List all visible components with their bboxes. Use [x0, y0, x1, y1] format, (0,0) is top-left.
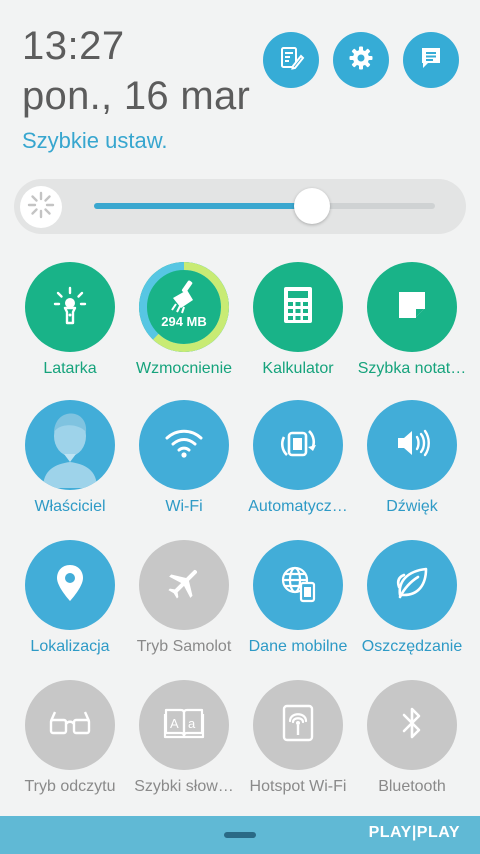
- tile-mobile-data[interactable]: Dane mobilne: [241, 540, 355, 660]
- tile-label: Tryb Samolot: [136, 638, 232, 655]
- tile-hotspot[interactable]: Hotspot Wi-Fi: [241, 680, 355, 800]
- owner-avatar-icon: [25, 400, 115, 490]
- svg-text:A: A: [170, 716, 179, 731]
- edit-list-icon: [277, 44, 305, 77]
- brightness-auto-icon: [26, 190, 56, 225]
- leaf-icon: [392, 563, 432, 608]
- tile-auto-rotate[interactable]: Automatycz…: [241, 400, 355, 520]
- tile-calculator[interactable]: Kalkulator: [241, 262, 355, 382]
- tile-reading-mode[interactable]: Tryb odczytu: [13, 680, 127, 800]
- tile-label: Dźwięk: [386, 498, 438, 515]
- quick-memo-icon: [394, 287, 430, 328]
- tile-power-saving-toggle[interactable]: [367, 540, 457, 630]
- tile-auto-rotate-toggle[interactable]: [253, 400, 343, 490]
- tile-wifi-toggle[interactable]: [139, 400, 229, 490]
- tile-airplane-mode-toggle[interactable]: [139, 540, 229, 630]
- tile-flashlight[interactable]: Latarka: [13, 262, 127, 382]
- tile-label: Oszczędzanie: [361, 638, 463, 655]
- bluetooth-icon: [399, 704, 425, 747]
- tile-sound-toggle[interactable]: [367, 400, 457, 490]
- tile-label: Właściciel: [34, 498, 106, 515]
- brightness-slider[interactable]: [14, 179, 466, 234]
- tile-owner[interactable]: Właściciel: [13, 400, 127, 520]
- tile-airplane-mode[interactable]: Tryb Samolot: [127, 540, 241, 660]
- brightness-fill: [94, 203, 313, 209]
- drag-handle[interactable]: [224, 832, 256, 838]
- calculator-icon: [280, 285, 316, 330]
- tile-reading-mode-toggle[interactable]: [25, 680, 115, 770]
- svg-text:a: a: [188, 716, 196, 731]
- tile-owner-toggle[interactable]: [25, 400, 115, 490]
- tile-label: Hotspot Wi-Fi: [249, 778, 347, 795]
- gear-icon: [347, 44, 375, 77]
- edit-quick-settings-button[interactable]: [263, 32, 319, 88]
- tile-flashlight-toggle[interactable]: [25, 262, 115, 352]
- bottom-status-bar: PLAY|PLAY: [0, 816, 480, 854]
- tile-location-toggle[interactable]: [25, 540, 115, 630]
- hotspot-icon: [280, 703, 316, 748]
- wifi-icon: [164, 427, 204, 464]
- brightness-thumb[interactable]: [294, 188, 331, 224]
- boost-memory-badge: 294 MB: [161, 314, 207, 329]
- tile-label: Bluetooth: [378, 778, 446, 795]
- tile-quick-memo[interactable]: Szybka notat…: [355, 262, 469, 382]
- tile-wifi[interactable]: Wi-Fi: [127, 400, 241, 520]
- tile-label: Dane mobilne: [248, 638, 348, 655]
- clock-time: 13:27: [22, 24, 125, 68]
- airplane-icon: [164, 563, 204, 608]
- tile-quick-dictionary-toggle[interactable]: A a: [139, 680, 229, 770]
- tile-quick-memo-toggle[interactable]: [367, 262, 457, 352]
- tile-label: Tryb odczytu: [24, 778, 116, 795]
- brightness-auto-button[interactable]: [20, 186, 62, 228]
- auto-rotate-icon: [278, 423, 318, 468]
- tile-label: Kalkulator: [262, 360, 334, 377]
- tile-sound[interactable]: Dźwięk: [355, 400, 469, 520]
- tile-label: Lokalizacja: [30, 638, 110, 655]
- settings-button[interactable]: [333, 32, 389, 88]
- dictionary-icon: A a: [162, 704, 206, 747]
- tile-bluetooth[interactable]: Bluetooth: [355, 680, 469, 800]
- notes-icon: [417, 44, 445, 77]
- carrier-label: PLAY|PLAY: [368, 824, 460, 841]
- tile-label: Wzmocnienie: [135, 360, 233, 377]
- notification-header: 13:27 pon., 16 mar Szybkie ustaw.: [0, 0, 480, 170]
- tile-bluetooth-toggle[interactable]: [367, 680, 457, 770]
- tile-location[interactable]: Lokalizacja: [13, 540, 127, 660]
- tile-label: Wi-Fi: [165, 498, 203, 515]
- tile-mobile-data-toggle[interactable]: [253, 540, 343, 630]
- tile-quick-dictionary[interactable]: A a Szybki słow…: [127, 680, 241, 800]
- quick-settings-link[interactable]: Szybkie ustaw.: [22, 128, 168, 154]
- tile-power-saving[interactable]: Oszczędzanie: [355, 540, 469, 660]
- flashlight-icon: [48, 283, 92, 332]
- reading-glasses-icon: [48, 708, 92, 743]
- tile-boost-toggle[interactable]: 294 MB: [139, 262, 229, 352]
- brightness-track[interactable]: [94, 188, 435, 224]
- notifications-list-button[interactable]: [403, 32, 459, 88]
- speaker-icon: [392, 425, 432, 466]
- tile-label: Szybka notat…: [357, 360, 467, 377]
- mobile-data-icon: [278, 563, 318, 608]
- tile-label: Automatycz…: [248, 498, 348, 515]
- tile-hotspot-toggle[interactable]: [253, 680, 343, 770]
- date-label: pon., 16 mar: [22, 74, 251, 118]
- tile-calculator-toggle[interactable]: [253, 262, 343, 352]
- tile-label: Latarka: [43, 360, 97, 377]
- location-pin-icon: [55, 563, 85, 608]
- tile-label: Szybki słow…: [134, 778, 234, 795]
- tile-boost[interactable]: 294 MB Wzmocnienie: [127, 262, 241, 382]
